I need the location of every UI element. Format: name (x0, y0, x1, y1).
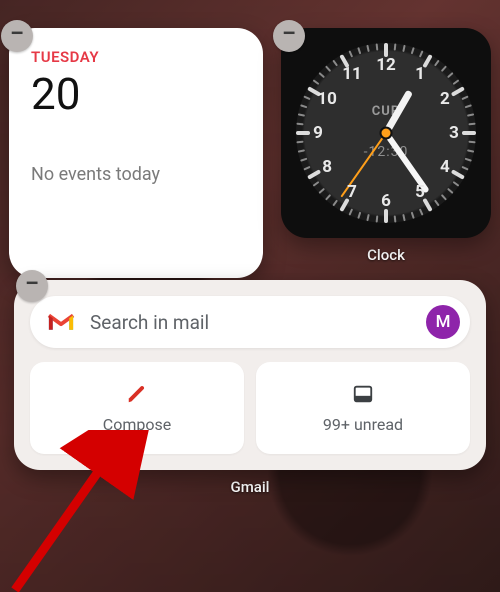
clock-tick (461, 166, 468, 171)
remove-gmail-button[interactable]: − (16, 270, 48, 302)
remove-clock-button[interactable]: − (273, 20, 305, 52)
gmail-search-bar[interactable]: Search in mail M (30, 296, 470, 348)
clock-tick (467, 113, 474, 116)
clock-tick (307, 169, 321, 179)
gmail-widget-wrapper: − Search in mail M (14, 280, 486, 496)
clock-number: 10 (317, 89, 337, 109)
account-avatar[interactable]: M (426, 305, 460, 339)
clock-tick (298, 113, 305, 116)
gmail-label: Gmail (14, 478, 486, 496)
clock-widget-wrapper: − CUP -12:30 121234567891011 Clock (281, 28, 491, 304)
clock-tick (434, 60, 440, 67)
avatar-letter: M (436, 312, 451, 332)
clock-tick (366, 214, 369, 221)
clock-tick (296, 131, 310, 135)
clock-tick (441, 194, 447, 201)
gmail-widget[interactable]: − Search in mail M (14, 280, 486, 470)
gmail-search-placeholder: Search in mail (90, 311, 426, 334)
clock-tick (468, 141, 475, 144)
clock-tick (402, 45, 405, 52)
clock-tick (447, 188, 454, 194)
clock-tick (318, 188, 325, 194)
clock-widget[interactable]: − CUP -12:30 121234567891011 (281, 28, 491, 238)
clock-tick (303, 166, 310, 171)
clock-number: 2 (440, 89, 450, 109)
pencil-icon (126, 383, 148, 405)
clock-number: 7 (347, 182, 357, 202)
clock-number: 3 (449, 123, 459, 143)
clock-tick (451, 169, 465, 179)
clock-tick (313, 181, 320, 187)
clock-number: 4 (440, 157, 450, 177)
clock-tick (451, 86, 465, 96)
clock-number: 6 (381, 191, 391, 211)
clock-tick (465, 104, 472, 108)
clock-tick (348, 50, 353, 57)
calendar-widget-wrapper: − TUESDAY 20 No events today Calendar (9, 28, 263, 304)
unread-tile[interactable]: 99+ unread (256, 362, 470, 454)
clock-face: CUP -12:30 121234567891011 (296, 43, 476, 223)
clock-tick (384, 209, 388, 223)
clock-tick (296, 141, 303, 144)
gmail-actions-row: Compose 99+ unread (30, 362, 470, 454)
clock-tick (296, 123, 303, 126)
clock-number: 12 (376, 55, 396, 75)
clock-tick (325, 194, 331, 201)
clock-tick (411, 47, 415, 54)
clock-tick (300, 104, 307, 108)
clock-tick (441, 65, 447, 72)
clock-tick (357, 212, 361, 219)
calendar-widget[interactable]: − TUESDAY 20 No events today (9, 28, 263, 278)
clock-tick (318, 72, 325, 78)
clock-label: Clock (281, 246, 491, 264)
clock-tick (419, 208, 424, 215)
clock-tick (453, 181, 460, 187)
clock-tick (465, 158, 472, 162)
clock-tick (325, 65, 331, 72)
clock-number: 5 (415, 182, 425, 202)
compose-label: Compose (103, 415, 171, 434)
clock-tick (300, 158, 307, 162)
clock-number: 1 (415, 64, 425, 84)
clock-tick (357, 47, 361, 54)
clock-tick (411, 212, 415, 219)
clock-tick (434, 200, 440, 207)
clock-tick (461, 95, 468, 100)
clock-tick (462, 131, 476, 135)
clock-tick (298, 149, 305, 152)
clock-tick (468, 123, 475, 126)
clock-center-pin (380, 127, 393, 140)
unread-label: 99+ unread (323, 415, 403, 434)
clock-tick (467, 149, 474, 152)
clock-tick (303, 95, 310, 100)
clock-tick (402, 214, 405, 221)
clock-tick (348, 208, 353, 215)
compose-tile[interactable]: Compose (30, 362, 244, 454)
clock-tick (394, 215, 397, 222)
clock-number: 11 (342, 64, 362, 84)
clock-tick (332, 60, 338, 67)
clock-number: 9 (313, 123, 323, 143)
calendar-day-number: 20 (31, 68, 241, 120)
clock-tick (332, 200, 338, 207)
clock-number: 8 (322, 157, 332, 177)
clock-tick (313, 79, 320, 85)
clock-tick (366, 45, 369, 52)
gmail-icon (46, 311, 76, 333)
clock-tick (447, 72, 454, 78)
clock-tick (419, 50, 424, 57)
clock-tick (376, 215, 379, 222)
clock-tick (394, 43, 397, 50)
home-screen: { "calendar": { "day_name": "TUESDAY", "… (0, 0, 500, 592)
calendar-events-text: No events today (31, 164, 241, 185)
clock-tick (376, 43, 379, 50)
remove-calendar-button[interactable]: − (1, 20, 33, 52)
clock-tick (453, 79, 460, 85)
calendar-day-name: TUESDAY (31, 48, 241, 66)
inbox-icon (352, 383, 374, 405)
